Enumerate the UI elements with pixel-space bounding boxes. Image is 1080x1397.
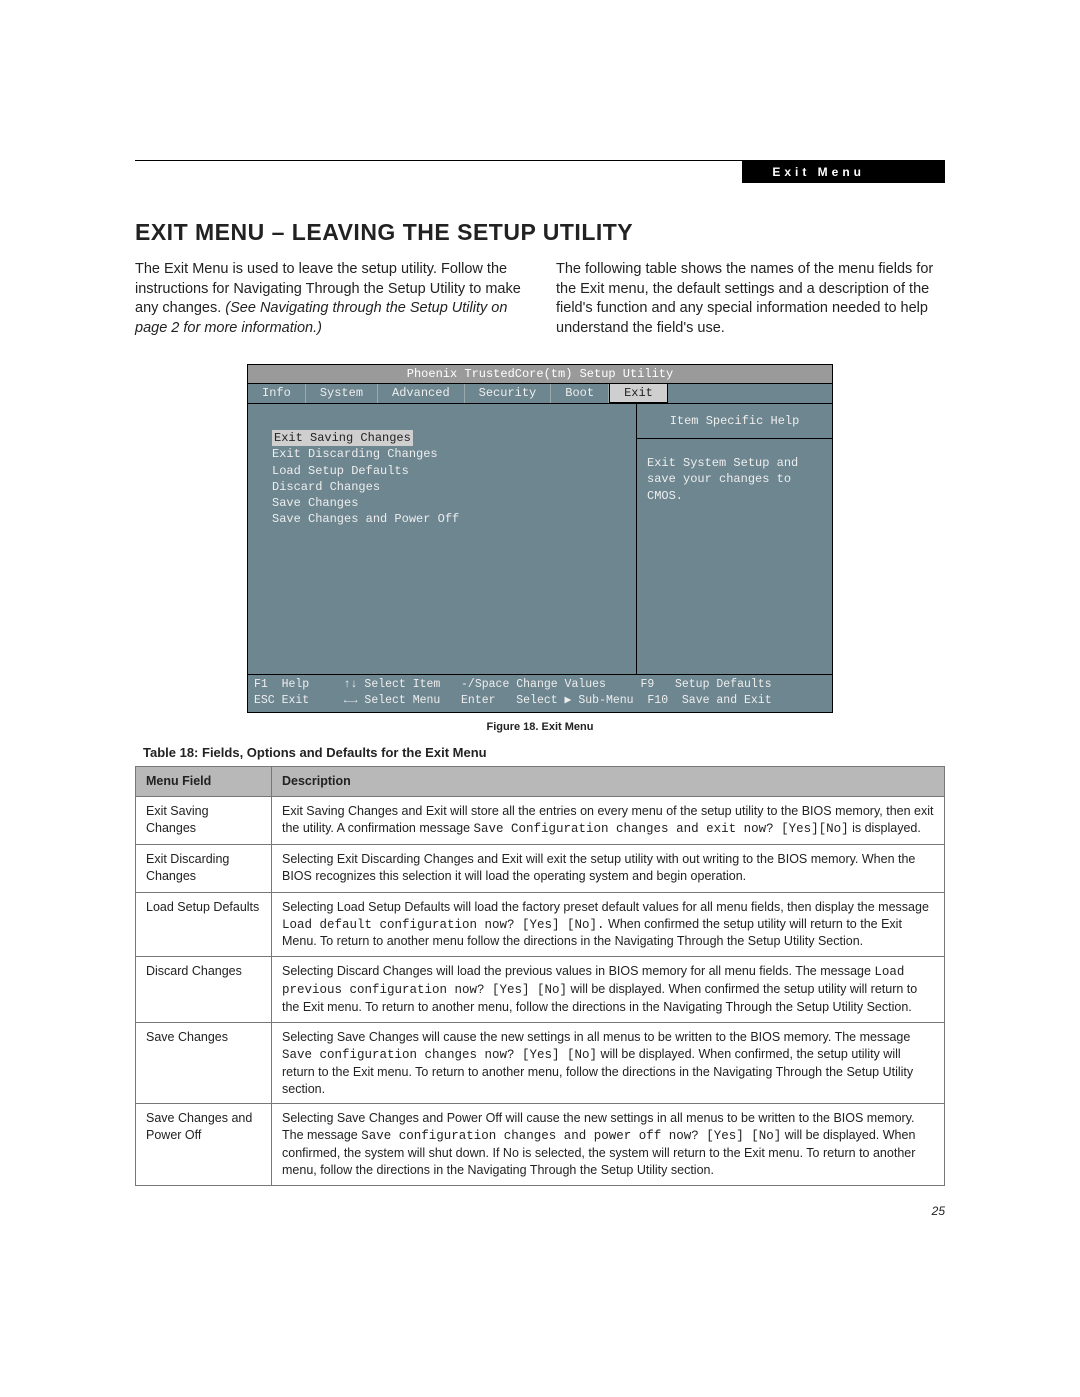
tab-advanced[interactable]: Advanced xyxy=(378,384,465,403)
bios-footer: F1 Help ↑↓ Select Item -/Space Change Va… xyxy=(248,674,832,712)
table-row: Load Setup Defaults Selecting Load Setup… xyxy=(136,892,945,957)
tab-system[interactable]: System xyxy=(306,384,378,403)
bios-body: Exit Saving Changes Exit Discarding Chan… xyxy=(248,403,832,674)
menu-item-load-defaults[interactable]: Load Setup Defaults xyxy=(272,463,622,479)
tab-info[interactable]: Info xyxy=(248,384,306,403)
table-row: Exit Saving Changes Exit Saving Changes … xyxy=(136,797,945,845)
section-label: Exit Menu xyxy=(742,161,945,183)
help-title: Item Specific Help xyxy=(637,404,832,439)
bios-tabs: Info System Advanced Security Boot Exit xyxy=(248,384,832,403)
menu-item-save-changes[interactable]: Save Changes xyxy=(272,495,622,511)
th-description: Description xyxy=(272,767,945,797)
tab-security[interactable]: Security xyxy=(465,384,552,403)
page-number: 25 xyxy=(135,1204,945,1218)
page-title: EXIT MENU – LEAVING THE SETUP UTILITY xyxy=(135,219,945,246)
bios-figure: Phoenix TrustedCore(tm) Setup Utility In… xyxy=(247,364,833,713)
table-row: Save Changes Selecting Save Changes will… xyxy=(136,1022,945,1104)
table-row: Discard Changes Selecting Discard Change… xyxy=(136,957,945,1023)
figure-caption: Figure 18. Exit Menu xyxy=(135,721,945,733)
th-menu-field: Menu Field xyxy=(136,767,272,797)
cell-field: Exit Discarding Changes xyxy=(136,844,272,892)
footer-line-2: ESC Exit ←→ Select Menu Enter Select ▶ S… xyxy=(254,694,772,707)
table-caption: Table 18: Fields, Options and Defaults f… xyxy=(143,745,945,760)
cell-desc: Selecting Save Changes will cause the ne… xyxy=(272,1022,945,1104)
menu-item-exit-discarding[interactable]: Exit Discarding Changes xyxy=(272,446,622,462)
menu-item-save-poweroff[interactable]: Save Changes and Power Off xyxy=(272,511,622,527)
intro-right: The following table shows the names of t… xyxy=(556,260,945,338)
intro-columns: The Exit Menu is used to leave the setup… xyxy=(135,260,945,338)
table-row: Save Changes and Power Off Selecting Sav… xyxy=(136,1104,945,1186)
cell-desc: Selecting Exit Discarding Changes and Ex… xyxy=(272,844,945,892)
cell-field: Load Setup Defaults xyxy=(136,892,272,957)
cell-desc: Selecting Discard Changes will load the … xyxy=(272,957,945,1023)
cell-field: Exit Saving Changes xyxy=(136,797,272,845)
menu-item-discard-changes[interactable]: Discard Changes xyxy=(272,479,622,495)
cell-field: Save Changes xyxy=(136,1022,272,1104)
header-strip: Exit Menu xyxy=(135,161,945,183)
bios-help-pane: Item Specific Help Exit System Setup and… xyxy=(637,404,832,674)
cell-desc: Selecting Save Changes and Power Off wil… xyxy=(272,1104,945,1186)
cell-field: Discard Changes xyxy=(136,957,272,1023)
cell-desc: Selecting Load Setup Defaults will load … xyxy=(272,892,945,957)
tab-boot[interactable]: Boot xyxy=(551,384,609,403)
table-row: Exit Discarding Changes Selecting Exit D… xyxy=(136,844,945,892)
cell-field: Save Changes and Power Off xyxy=(136,1104,272,1186)
tab-exit[interactable]: Exit xyxy=(609,384,668,403)
page: Exit Menu EXIT MENU – LEAVING THE SETUP … xyxy=(0,0,1080,1278)
help-text: Exit System Setup and save your changes … xyxy=(637,439,832,674)
footer-line-1: F1 Help ↑↓ Select Item -/Space Change Va… xyxy=(254,678,772,691)
intro-left: The Exit Menu is used to leave the setup… xyxy=(135,260,524,338)
bios-title: Phoenix TrustedCore(tm) Setup Utility xyxy=(248,365,832,384)
menu-item-exit-saving[interactable]: Exit Saving Changes xyxy=(272,430,413,446)
bios-menu-list: Exit Saving Changes Exit Discarding Chan… xyxy=(248,404,637,674)
cell-desc: Exit Saving Changes and Exit will store … xyxy=(272,797,945,845)
exit-menu-table: Menu Field Description Exit Saving Chang… xyxy=(135,766,945,1186)
table-header-row: Menu Field Description xyxy=(136,767,945,797)
